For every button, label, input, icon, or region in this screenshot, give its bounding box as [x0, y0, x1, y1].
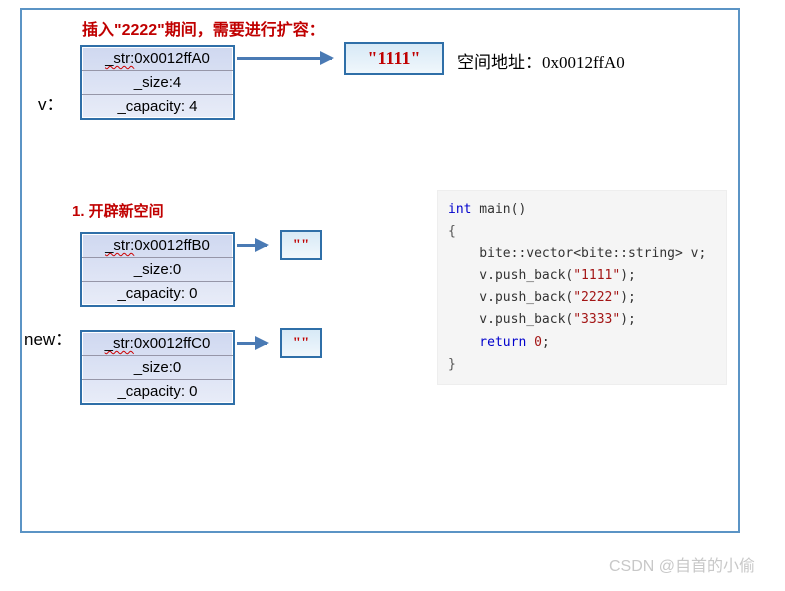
- code-line: v.push_back("2222");: [448, 287, 716, 309]
- table-new-1: _str:0x0012ffB0 _size:0 _capacity: 0: [80, 232, 235, 307]
- table-row: _size:0: [82, 258, 233, 282]
- code-line: {: [448, 221, 716, 243]
- label-v: v：: [38, 90, 64, 115]
- table-row: _size:0: [82, 356, 233, 380]
- main-frame: 插入"2222"期间，需要进行扩容： v： _str:0x0012ffA0 _s…: [20, 8, 740, 533]
- code-line: bite::vector<bite::string> v;: [448, 243, 716, 265]
- value-text: "1111": [367, 48, 420, 69]
- title-text: 插入"2222"期间，需要进行扩容：: [82, 16, 325, 40]
- arrow-icon: [237, 57, 332, 60]
- table-v: _str:0x0012ffA0 _size:4 _capacity: 4: [80, 45, 235, 120]
- code-line: }: [448, 354, 716, 376]
- value-text: "": [293, 237, 310, 254]
- value-text: "": [293, 335, 310, 352]
- field-str: _str:: [105, 237, 134, 254]
- code-line: int main(): [448, 199, 716, 221]
- table-row: _str:0x0012ffC0: [82, 332, 233, 356]
- table-row: _capacity: 4: [82, 95, 233, 118]
- table-row: _capacity: 0: [82, 380, 233, 403]
- empty-box: "": [280, 230, 322, 260]
- code-line: return 0;: [448, 332, 716, 354]
- code-block: int main() { bite::vector<bite::string> …: [437, 190, 727, 385]
- watermark: CSDN @自首的小偷: [609, 552, 755, 576]
- table-row: _capacity: 0: [82, 282, 233, 305]
- empty-box: "": [280, 328, 322, 358]
- arrow-icon: [237, 342, 267, 345]
- arrow-icon: [237, 244, 267, 247]
- table-row: _str:0x0012ffA0: [82, 47, 233, 71]
- label-new: new：: [24, 325, 72, 350]
- code-line: v.push_back("3333");: [448, 309, 716, 331]
- value-box: "1111": [344, 42, 444, 75]
- address-label: 空间地址：0x0012ffA0: [457, 48, 625, 73]
- table-new-2: _str:0x0012ffC0 _size:0 _capacity: 0: [80, 330, 235, 405]
- code-line: v.push_back("1111");: [448, 265, 716, 287]
- table-row: _str:0x0012ffB0: [82, 234, 233, 258]
- table-row: _size:4: [82, 71, 233, 95]
- field-str: _str:: [105, 50, 134, 67]
- section-1-heading: 1. 开辟新空间: [72, 200, 164, 221]
- field-str: _str:: [105, 335, 134, 352]
